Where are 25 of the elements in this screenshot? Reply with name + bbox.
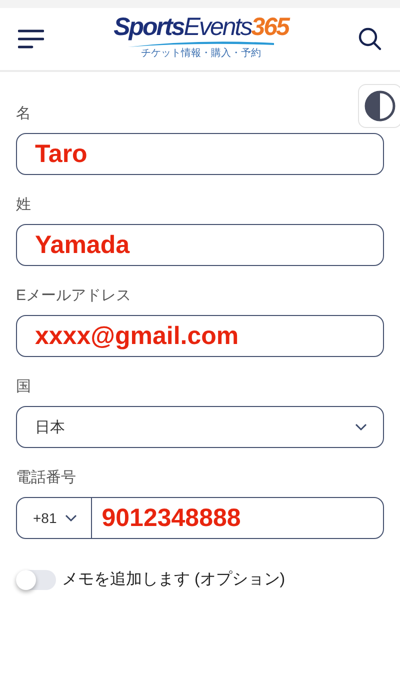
text-field[interactable]: Yamada [16, 224, 384, 266]
menu-button[interactable] [18, 29, 44, 49]
country-code-dropdown[interactable]: +81 [17, 498, 92, 538]
menu-icon [18, 29, 44, 49]
field-label: 国 [16, 377, 31, 396]
logo-tagline: チケット情報・購入・予約 [141, 46, 261, 60]
text-field[interactable]: Taro [16, 133, 384, 175]
field-label: 姓 [16, 195, 31, 214]
country-dropdown[interactable]: 日本 [16, 406, 384, 448]
logo[interactable]: SportsEvents365 チケット情報・購入・予約 [114, 12, 288, 60]
logo-text: SportsEvents [114, 12, 252, 40]
contrast-icon [364, 90, 396, 122]
contrast-button[interactable] [358, 84, 400, 128]
note-toggle[interactable] [16, 570, 56, 590]
chevron-down-icon [355, 423, 367, 431]
search-button[interactable] [358, 27, 382, 51]
toggle-label: メモを追加します (オプション) [62, 570, 286, 590]
field-label: Eメールアドレス [16, 286, 132, 305]
text-field[interactable]: xxxx@gmail.com [16, 315, 384, 357]
field-label: 名 [16, 104, 31, 123]
search-icon [358, 27, 382, 51]
logo-number: 365 [251, 12, 288, 40]
chevron-down-icon [64, 514, 77, 522]
phone-field[interactable]: 9012348888 [92, 504, 241, 532]
field-label: 電話番号 [16, 468, 76, 487]
